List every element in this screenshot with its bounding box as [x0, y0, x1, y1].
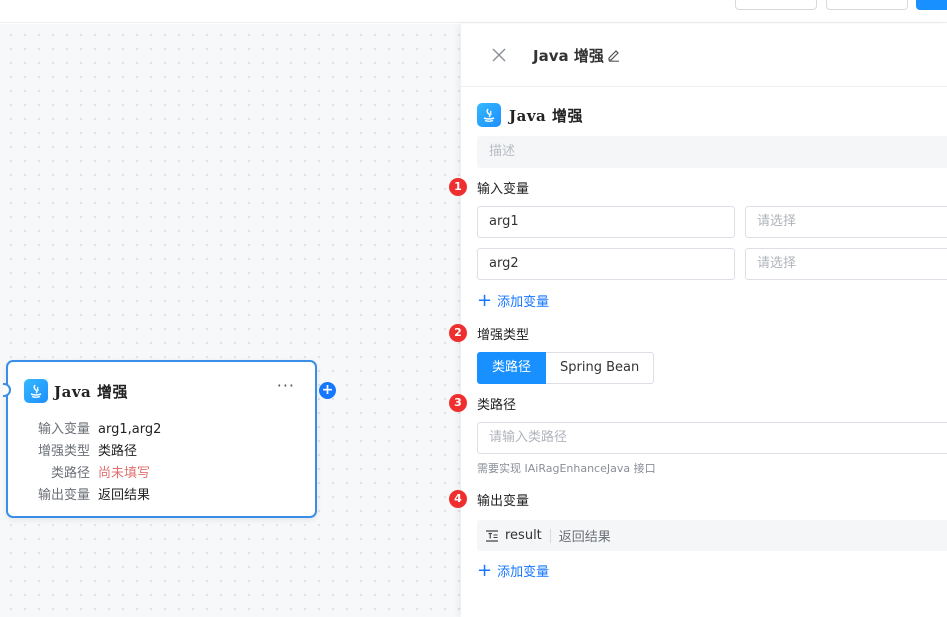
add-output-variable-button[interactable]: + 添加变量 — [477, 561, 549, 580]
node-row-output: 输出变量 返回结果 — [26, 485, 161, 507]
top-toolbar — [0, 0, 947, 23]
plus-icon: + — [477, 289, 493, 311]
class-path-hint: 需要实现 IAiRagEnhanceJava 接口 — [477, 462, 656, 475]
node-row-value: 类路径 — [98, 444, 138, 459]
node-row-value: arg1,arg2 — [98, 422, 162, 437]
node-heading: Java 增强 — [477, 103, 583, 127]
text-type-icon — [486, 529, 498, 542]
java-icon — [24, 379, 48, 403]
enhance-type-label: 增强类型 — [477, 328, 530, 343]
node-row-input: 输入变量 arg1,arg2 — [26, 419, 161, 441]
node-header: Java 增强 — [24, 379, 128, 403]
output-variable-row[interactable]: result 返回结果 — [477, 520, 947, 551]
node-row-type: 增强类型 类路径 — [26, 441, 161, 463]
java-enhance-node[interactable]: + Java 增强 ··· 输入变量 arg1,arg2 增强类型 类路径 类路… — [3, 360, 336, 518]
step-badge: 3 — [449, 394, 467, 412]
step-badge: 2 — [449, 324, 467, 342]
input-variables-label: 输入变量 — [477, 182, 530, 197]
panel-header: Java 增强 — [461, 24, 947, 87]
node-title: Java 增强 — [54, 382, 128, 401]
node-row-value: 尚未填写 — [98, 466, 151, 481]
output-variable-name: result — [505, 528, 542, 543]
add-input-variable-button[interactable]: + 添加变量 — [477, 291, 549, 310]
step-badge: 1 — [449, 178, 467, 196]
node-row-classpath: 类路径 尚未填写 — [26, 463, 161, 485]
java-icon — [477, 103, 501, 127]
node-row-key: 类路径 — [50, 466, 90, 481]
class-path-label: 类路径 — [477, 398, 517, 413]
input-var-select[interactable]: 请选择 — [745, 206, 947, 238]
node-add-button[interactable]: + — [319, 382, 336, 399]
description-input[interactable]: 描述 — [477, 136, 947, 168]
node-row-key: 增强类型 — [37, 444, 90, 459]
panel-title: Java 增强 — [533, 47, 604, 65]
input-var-name[interactable]: arg1 — [477, 206, 735, 238]
toolbar-primary-button[interactable] — [916, 0, 947, 10]
workflow-canvas[interactable]: + Java 增强 ··· 输入变量 arg1,arg2 增强类型 类路径 类路… — [0, 24, 461, 617]
output-variable-desc: 返回结果 — [558, 530, 611, 545]
output-variables-label: 输出变量 — [477, 494, 530, 509]
toolbar-button-1[interactable] — [735, 0, 817, 10]
more-icon[interactable]: ··· — [277, 376, 295, 395]
node-row-value: 返回结果 — [98, 488, 151, 503]
step-badge: 4 — [449, 490, 467, 508]
add-variable-label: 添加变量 — [497, 565, 550, 580]
enhance-type-toggle: 类路径 Spring Bean — [477, 352, 655, 384]
divider — [549, 528, 551, 543]
node-row-key: 输入变量 — [37, 422, 90, 437]
toolbar-button-2[interactable] — [826, 0, 908, 10]
close-icon[interactable] — [491, 47, 507, 63]
node-input-port[interactable] — [3, 383, 11, 397]
input-var-select[interactable]: 请选择 — [745, 248, 947, 280]
option-class-path[interactable]: 类路径 — [477, 352, 547, 384]
node-settings-panel: Java 增强 Java 增强 描述 1 输入变量 arg1 请选择 arg2 … — [449, 24, 947, 617]
node-name: Java 增强 — [509, 106, 583, 125]
class-path-input[interactable]: 请输入类路径 — [477, 422, 947, 454]
input-var-name[interactable]: arg2 — [477, 248, 735, 280]
edit-icon[interactable] — [607, 48, 621, 62]
add-variable-label: 添加变量 — [497, 295, 550, 310]
plus-icon: + — [477, 559, 493, 581]
option-spring-bean[interactable]: Spring Bean — [546, 352, 655, 384]
node-summary: 输入变量 arg1,arg2 增强类型 类路径 类路径 尚未填写 输出变量 返回… — [26, 419, 161, 507]
node-row-key: 输出变量 — [37, 488, 90, 503]
